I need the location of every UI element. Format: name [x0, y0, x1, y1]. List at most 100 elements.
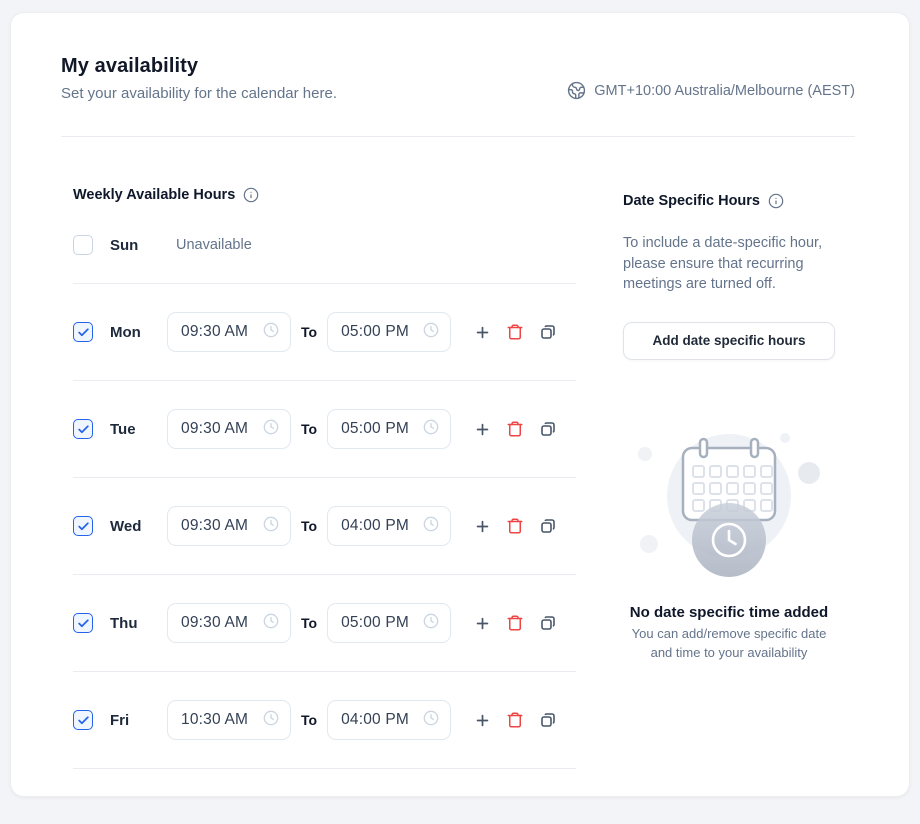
copy-day-button[interactable] — [539, 711, 557, 729]
end-time-input[interactable]: 05:00 PM — [327, 409, 451, 449]
start-time-value: 09:30 AM — [181, 517, 248, 535]
start-time-input[interactable]: 09:30 AM — [167, 603, 291, 643]
add-interval-button[interactable] — [474, 615, 491, 632]
add-interval-button[interactable] — [474, 324, 491, 341]
clock-icon — [423, 613, 439, 634]
delete-interval-button[interactable] — [506, 711, 524, 729]
day-checkbox[interactable] — [73, 710, 93, 730]
timezone-label: GMT+10:00 Australia/Melbourne (AEST) — [594, 83, 855, 99]
clock-icon — [263, 516, 279, 537]
row-divider — [73, 477, 576, 478]
unavailable-label: Unavailable — [176, 237, 252, 253]
availability-card: My availability Set your availability fo… — [10, 12, 910, 797]
day-checkbox[interactable] — [73, 516, 93, 536]
day-label: Mon — [110, 324, 167, 341]
day-label: Fri — [110, 712, 167, 729]
clock-icon — [423, 516, 439, 537]
copy-icon — [539, 614, 557, 632]
time-range: 09:30 AM To 04:00 PM — [167, 506, 557, 546]
day-row: Tue 09:30 AM To 05:00 PM — [73, 405, 579, 453]
end-time-input[interactable]: 05:00 PM — [327, 603, 451, 643]
end-time-value: 05:00 PM — [341, 323, 409, 341]
timezone-display[interactable]: GMT+10:00 Australia/Melbourne (AEST) — [567, 81, 855, 100]
day-row: Sun Unavailable — [73, 231, 579, 259]
end-time-input[interactable]: 05:00 PM — [327, 312, 451, 352]
end-time-input[interactable]: 04:00 PM — [327, 506, 451, 546]
day-label: Thu — [110, 615, 167, 632]
clock-icon — [263, 322, 279, 343]
plus-icon — [474, 615, 491, 632]
day-rows: Sun Unavailable Mon 09:30 AM To 05:00 PM — [73, 231, 579, 797]
day-label: Wed — [110, 518, 167, 535]
plus-icon — [474, 518, 491, 535]
add-date-specific-hours-button[interactable]: Add date specific hours — [623, 322, 835, 360]
time-range: 09:30 AM To 05:00 PM — [167, 409, 557, 449]
add-interval-button[interactable] — [474, 518, 491, 535]
copy-day-button[interactable] — [539, 614, 557, 632]
day-label: Sun — [110, 237, 167, 254]
add-interval-button[interactable] — [474, 421, 491, 438]
weekly-hours-title-row: Weekly Available Hours — [73, 187, 579, 203]
row-divider — [73, 671, 576, 672]
clock-icon — [263, 613, 279, 634]
trash-icon — [506, 420, 524, 438]
end-time-value: 04:00 PM — [341, 711, 409, 729]
page-title: My availability — [61, 53, 337, 79]
weekly-hours-section: Weekly Available Hours Sun Unavailable M — [11, 137, 593, 795]
clock-icon — [423, 322, 439, 343]
row-actions — [474, 614, 557, 632]
card-body: Weekly Available Hours Sun Unavailable M — [11, 137, 909, 795]
day-checkbox[interactable] — [73, 235, 93, 255]
add-interval-button[interactable] — [474, 712, 491, 729]
delete-interval-button[interactable] — [506, 517, 524, 535]
day-checkbox[interactable] — [73, 419, 93, 439]
delete-interval-button[interactable] — [506, 420, 524, 438]
day-checkbox[interactable] — [73, 613, 93, 633]
day-row: Mon 09:30 AM To 05:00 PM — [73, 308, 579, 356]
start-time-value: 09:30 AM — [181, 323, 248, 341]
start-time-value: 10:30 AM — [181, 711, 248, 729]
copy-day-button[interactable] — [539, 420, 557, 438]
row-divider — [73, 574, 576, 575]
trash-icon — [506, 711, 524, 729]
empty-state-title: No date specific time added — [623, 604, 835, 621]
start-time-input[interactable]: 10:30 AM — [167, 700, 291, 740]
day-checkbox[interactable] — [73, 322, 93, 342]
row-divider — [73, 380, 576, 381]
globe-icon — [567, 81, 586, 100]
to-label: To — [301, 421, 317, 437]
info-icon[interactable] — [768, 193, 784, 209]
time-range: 10:30 AM To 04:00 PM — [167, 700, 557, 740]
empty-state-subtitle: You can add/remove specific date and tim… — [623, 625, 835, 663]
start-time-value: 09:30 AM — [181, 614, 248, 632]
plus-icon — [474, 712, 491, 729]
clock-icon — [263, 710, 279, 731]
end-time-input[interactable]: 04:00 PM — [327, 700, 451, 740]
day-row: Sat 07:00 AM To 10:15 AM — [73, 793, 579, 797]
start-time-input[interactable]: 09:30 AM — [167, 409, 291, 449]
day-row: Thu 09:30 AM To 05:00 PM — [73, 599, 579, 647]
row-divider — [73, 768, 576, 769]
trash-icon — [506, 517, 524, 535]
trash-icon — [506, 323, 524, 341]
copy-day-button[interactable] — [539, 323, 557, 341]
delete-interval-button[interactable] — [506, 614, 524, 632]
day-row: Fri 10:30 AM To 04:00 PM — [73, 696, 579, 744]
copy-icon — [539, 711, 557, 729]
clock-icon — [263, 419, 279, 440]
calendar-clock-illustration — [623, 418, 835, 590]
to-label: To — [301, 615, 317, 631]
start-time-input[interactable]: 09:30 AM — [167, 312, 291, 352]
start-time-input[interactable]: 09:30 AM — [167, 506, 291, 546]
day-row: Wed 09:30 AM To 04:00 PM — [73, 502, 579, 550]
delete-interval-button[interactable] — [506, 323, 524, 341]
copy-day-button[interactable] — [539, 517, 557, 535]
clock-icon — [423, 710, 439, 731]
info-icon[interactable] — [243, 187, 259, 203]
plus-icon — [474, 324, 491, 341]
copy-icon — [539, 517, 557, 535]
weekly-hours-title: Weekly Available Hours — [73, 187, 235, 203]
end-time-value: 05:00 PM — [341, 614, 409, 632]
copy-icon — [539, 323, 557, 341]
plus-icon — [474, 421, 491, 438]
